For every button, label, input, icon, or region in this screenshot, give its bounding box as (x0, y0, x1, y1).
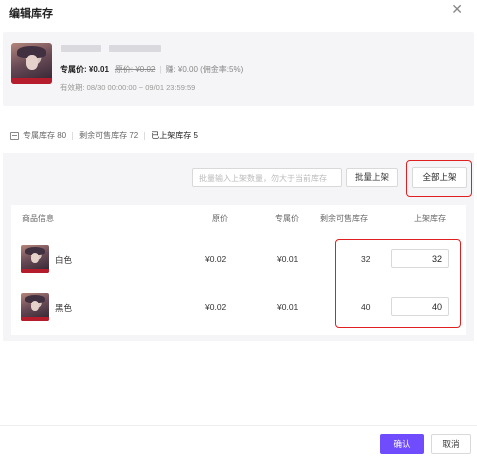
earn-text: 赚: ¥0.00 (佣金率:5%) (165, 65, 244, 74)
batch-quantity-input[interactable]: 批量输入上架数量，勿大于当前库存 (192, 168, 342, 187)
dialog-title: 编辑库存 (9, 8, 53, 20)
sku-name: 黑色 (55, 303, 73, 313)
sku-exclusive-price: ¥0.01 (277, 302, 299, 312)
confirm-button[interactable]: 确认 (380, 434, 424, 454)
close-icon[interactable]: ✕ (451, 2, 463, 16)
highlight-box-all-button (406, 160, 472, 197)
sku-image (21, 293, 49, 321)
valid-period: 有效期: 08/30 00:00:00 ~ 09/01 23:59:59 (60, 83, 196, 92)
header-original-price: 原价 (212, 214, 228, 223)
header-remaining-stock: 剩余可售库存 (320, 214, 368, 223)
remaining-stock: 剩余可售库存 72 (79, 131, 139, 140)
exclusive-stock: 专属库存 80 (23, 131, 67, 140)
sku-original-price: ¥0.02 (205, 302, 227, 312)
blurred-product-name (109, 45, 161, 52)
header-exclusive-price: 专属价 (275, 214, 299, 223)
footer-divider (0, 425, 477, 426)
product-image (11, 43, 52, 84)
dialog-header: 编辑库存 ✕ (0, 0, 477, 24)
edit-stock-dialog: 编辑库存 ✕ 专属价: ¥0.01 原价: ¥0.02 | 赚: ¥0.00 (佣金率… (0, 0, 477, 457)
exclusive-price: 专属价: ¥0.01 (60, 65, 109, 74)
price-line: 专属价: ¥0.01 原价: ¥0.02 | 赚: ¥0.00 (佣金率:5%) (60, 65, 244, 74)
header-listed-stock: 上架库存 (414, 214, 446, 223)
original-price: 原价: ¥0.02 (114, 65, 156, 74)
box-icon (10, 131, 19, 140)
cancel-button[interactable]: 取消 (431, 434, 471, 454)
batch-list-button[interactable]: 批量上架 (346, 168, 398, 187)
header-product-info: 商品信息 (22, 214, 54, 223)
sku-original-price: ¥0.02 (205, 254, 227, 264)
stock-summary: 专属库存 80 剩余可售库存 72 已上架库存 5 (10, 130, 198, 141)
sku-name: 白色 (55, 255, 73, 265)
blurred-product-name (61, 45, 101, 52)
product-card: 专属价: ¥0.01 原价: ¥0.02 | 赚: ¥0.00 (佣金率:5%) 有效… (3, 32, 474, 106)
highlight-box-stock-columns (335, 239, 461, 328)
sku-image (21, 245, 49, 273)
listed-stock: 已上架库存 5 (151, 131, 198, 140)
sku-exclusive-price: ¥0.01 (277, 254, 299, 264)
